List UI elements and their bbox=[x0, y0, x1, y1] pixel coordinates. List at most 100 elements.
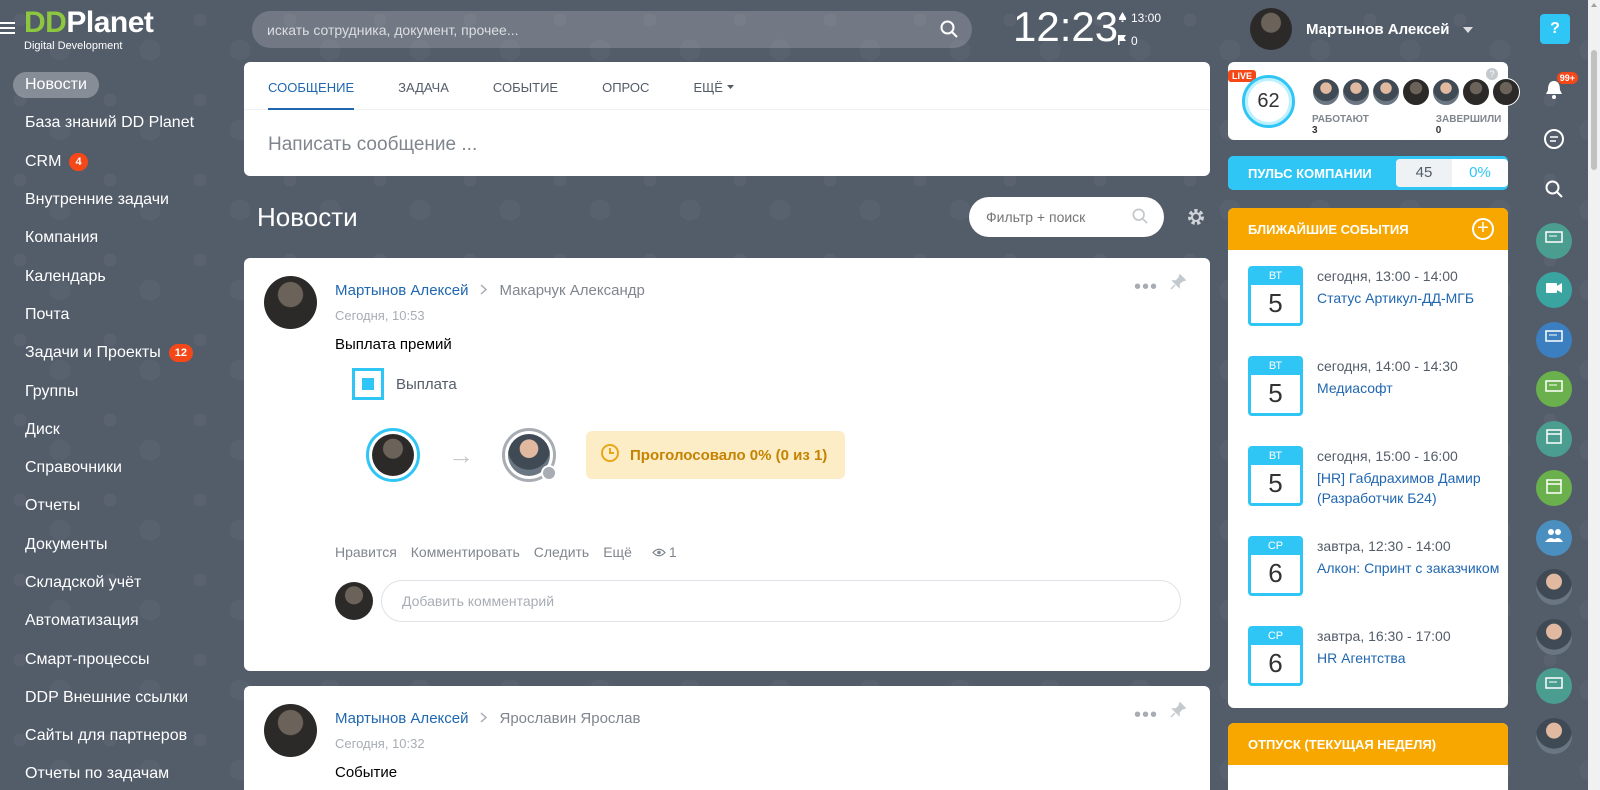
author-link[interactable]: Мартынов Алексей bbox=[335, 282, 468, 299]
contact-avatar[interactable] bbox=[1536, 717, 1572, 754]
vote-status[interactable]: Проголосовало 0% (0 из 1) bbox=[586, 431, 846, 479]
menu-label: Группы bbox=[25, 382, 79, 400]
menu-item-documents[interactable]: Документы bbox=[0, 526, 230, 564]
menu-item-disk[interactable]: Диск bbox=[0, 411, 230, 449]
add-event-button[interactable]: + bbox=[1472, 218, 1494, 240]
author-avatar[interactable] bbox=[264, 276, 317, 329]
like-button[interactable]: Нравится bbox=[335, 544, 397, 560]
menu-item-partner-sites[interactable]: Сайты для партнеров bbox=[0, 717, 230, 755]
menu-item-automation[interactable]: Автоматизация bbox=[0, 602, 230, 640]
initiator-avatar[interactable] bbox=[366, 428, 420, 482]
tab-more[interactable]: ЕЩЁ bbox=[693, 62, 734, 110]
menu-item-task-reports[interactable]: Отчеты по задачам bbox=[0, 755, 230, 790]
calendar-icon: ВТ 5 bbox=[1248, 446, 1303, 506]
menu-item-tasks-projects[interactable]: Задачи и Проекты 12 bbox=[0, 334, 230, 372]
video-call-button[interactable] bbox=[1536, 272, 1572, 308]
search-icon[interactable] bbox=[940, 20, 958, 43]
views-counter[interactable]: 1 bbox=[652, 544, 677, 560]
event-item[interactable]: ВТ 5 сегодня, 15:00 - 16:00 [HR] Габдрахим… bbox=[1228, 430, 1508, 520]
event-name[interactable]: HR Агентства bbox=[1317, 648, 1451, 668]
global-search[interactable] bbox=[252, 11, 972, 48]
logo[interactable]: DDPlanet Digital Development bbox=[0, 4, 200, 54]
follow-button[interactable]: Следить bbox=[534, 544, 589, 560]
tab-task[interactable]: ЗАДАЧА bbox=[398, 62, 449, 110]
author-avatar[interactable] bbox=[264, 704, 317, 757]
approver-avatar[interactable] bbox=[502, 428, 557, 482]
recipient-link[interactable]: Ярославин Ярослав bbox=[499, 710, 640, 727]
author-link[interactable]: Мартынов Алексей bbox=[335, 710, 468, 727]
avatar bbox=[1462, 78, 1490, 106]
group-chat-button[interactable] bbox=[1536, 222, 1572, 259]
recipient-link[interactable]: Макарчук Александр bbox=[499, 282, 644, 299]
gear-icon[interactable] bbox=[1186, 207, 1206, 232]
document-attachment[interactable]: Выплата bbox=[352, 368, 457, 400]
menu-item-external-links[interactable]: DDP Внешние ссылки bbox=[0, 679, 230, 717]
search-icon bbox=[1545, 180, 1563, 203]
live-stats: РАБОТАЮТ 3 ЗАВЕРШИЛИ 0 bbox=[1312, 114, 1508, 136]
event-item[interactable]: СР 6 завтра, 12:30 - 14:00 Алкон: Спринт с… bbox=[1228, 520, 1508, 610]
menu-item-news[interactable]: Новости bbox=[0, 66, 230, 104]
tab-message[interactable]: СООБЩЕНИЕ bbox=[268, 62, 355, 110]
calendar-chat-button[interactable] bbox=[1536, 420, 1572, 457]
comment-button[interactable]: Комментировать bbox=[411, 544, 520, 560]
company-pulse[interactable]: ПУЛЬС КОМПАНИИ 45 0% bbox=[1228, 156, 1508, 190]
user-menu[interactable]: Мартынов Алексей bbox=[1250, 8, 1474, 50]
menu-item-mail[interactable]: Почта bbox=[0, 296, 230, 334]
menu-item-knowledge[interactable]: База знаний DD Planet bbox=[0, 104, 230, 142]
clock-info[interactable]: 13:00 0 bbox=[1118, 7, 1161, 53]
group-chat-button[interactable] bbox=[1536, 371, 1572, 407]
menu-label: Внутренние задачи bbox=[25, 191, 169, 209]
menu-item-directories[interactable]: Справочники bbox=[0, 449, 230, 487]
tab-more-label: ЕЩЁ bbox=[693, 80, 723, 95]
pin-icon[interactable] bbox=[1170, 701, 1187, 723]
event-item[interactable]: СР 6 завтра, 16:30 - 17:00 HR Агентства bbox=[1228, 610, 1508, 700]
clock[interactable]: 12:23 bbox=[1013, 3, 1118, 51]
help-icon[interactable]: ? bbox=[1486, 68, 1498, 80]
post-time[interactable]: Сегодня, 10:32 bbox=[335, 736, 425, 751]
pin-icon[interactable] bbox=[1170, 273, 1187, 295]
group-chat-button[interactable] bbox=[1536, 668, 1572, 704]
events-header: БЛИЖАЙШИЕ СОБЫТИЯ + bbox=[1228, 208, 1508, 250]
menu-item-smart-processes[interactable]: Смарт-процессы bbox=[0, 640, 230, 678]
event-name[interactable]: Статус Артикул-ДД-МГБ bbox=[1317, 288, 1474, 308]
users-chat-button[interactable] bbox=[1536, 519, 1572, 556]
search-button[interactable] bbox=[1536, 173, 1572, 209]
menu-item-groups[interactable]: Группы bbox=[0, 372, 230, 410]
menu-item-calendar[interactable]: Календарь bbox=[0, 257, 230, 295]
menu-item-company[interactable]: Компания bbox=[0, 219, 230, 257]
live-widget[interactable]: LIVE 62 ? РАБОТАЮТ 3 ЗАВЕРШИЛИ 0 bbox=[1228, 62, 1520, 140]
left-menu: Новости База знаний DD Planet CRM 4 Внутр… bbox=[0, 66, 230, 790]
group-chat-button[interactable] bbox=[1536, 321, 1572, 358]
menu-item-warehouse[interactable]: Складской учёт bbox=[0, 564, 230, 602]
event-name[interactable]: [HR] Габдрахимов Дамир (Разработчик Б24) bbox=[1317, 468, 1508, 508]
event-item[interactable]: ВТ 5 сегодня, 14:00 - 14:30 Медиасофт bbox=[1228, 340, 1508, 430]
menu-item-internal-tasks[interactable]: Внутренние задачи bbox=[0, 181, 230, 219]
avatar bbox=[1492, 78, 1520, 106]
comment-input[interactable]: Добавить комментарий bbox=[381, 580, 1181, 622]
tab-poll[interactable]: ОПРОС bbox=[602, 62, 649, 110]
contact-avatar[interactable] bbox=[1536, 618, 1572, 655]
search-icon[interactable] bbox=[1132, 208, 1148, 229]
menu-item-crm[interactable]: CRM 4 bbox=[0, 143, 230, 181]
scrollbar[interactable] bbox=[1588, 0, 1600, 790]
event-name[interactable]: Алкон: Спринт с заказчиком bbox=[1317, 558, 1499, 578]
more-options-icon[interactable]: ••• bbox=[1134, 704, 1158, 727]
notifications-button[interactable]: 99+ bbox=[1536, 72, 1578, 110]
more-button[interactable]: Ещё bbox=[603, 544, 632, 560]
calendar-icon: ВТ 5 bbox=[1248, 356, 1303, 416]
scrollbar-thumb[interactable] bbox=[1591, 50, 1597, 170]
search-input[interactable] bbox=[252, 11, 972, 48]
post-time[interactable]: Сегодня, 10:53 bbox=[335, 308, 425, 323]
calendar-chat-button[interactable] bbox=[1536, 470, 1572, 506]
more-options-icon[interactable]: ••• bbox=[1134, 276, 1158, 299]
filter-search[interactable] bbox=[969, 197, 1164, 237]
event-item[interactable]: ВТ 5 сегодня, 13:00 - 14:00 Статус Артикул… bbox=[1228, 250, 1508, 340]
event-name[interactable]: Медиасофт bbox=[1317, 378, 1458, 398]
message-input[interactable]: Написать сообщение ... bbox=[244, 110, 1210, 180]
tab-event[interactable]: СОБЫТИЕ bbox=[493, 62, 558, 110]
chat-button[interactable] bbox=[1536, 124, 1572, 160]
help-button[interactable]: ? bbox=[1540, 14, 1570, 44]
scroll-up-icon[interactable] bbox=[1591, 3, 1597, 7]
contact-avatar[interactable] bbox=[1536, 569, 1572, 605]
menu-item-reports[interactable]: Отчеты bbox=[0, 487, 230, 525]
